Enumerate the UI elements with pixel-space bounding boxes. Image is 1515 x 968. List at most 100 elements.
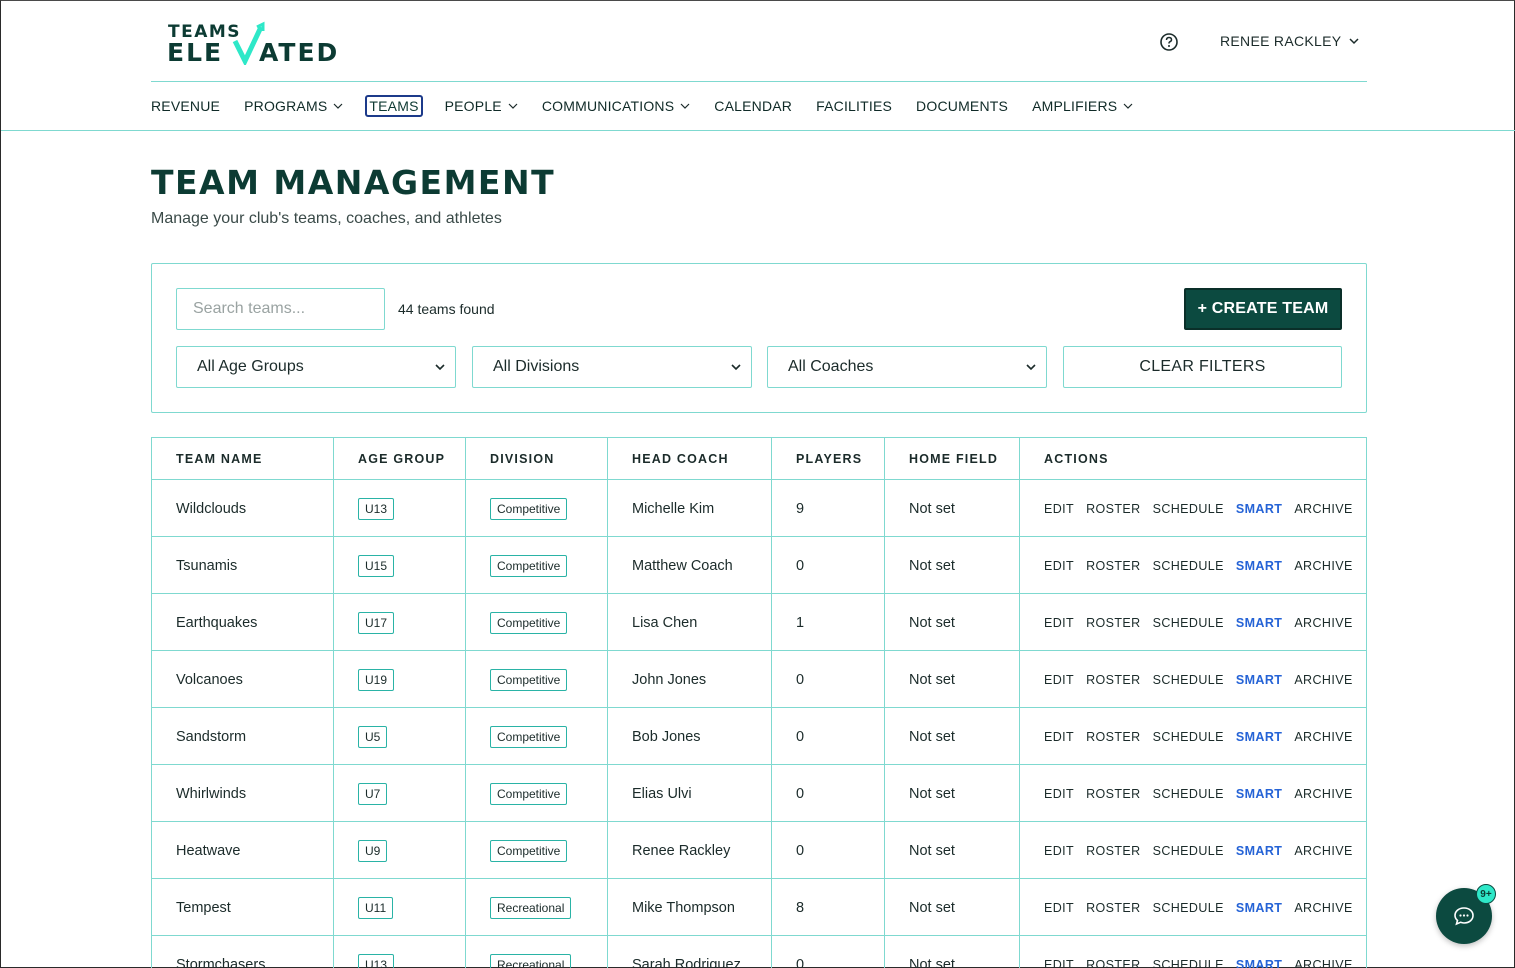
division-value: All Divisions [493,358,580,375]
nav-programs[interactable]: PROGRAMS [244,95,343,117]
action-smart-link[interactable]: SMART [1236,958,1282,968]
action-schedule-link[interactable]: SCHEDULE [1153,730,1224,744]
team-name-cell: Wildclouds [176,480,246,537]
action-archive-link[interactable]: ARCHIVE [1294,958,1352,968]
action-roster-link[interactable]: ROSTER [1086,787,1141,801]
action-archive-link[interactable]: ARCHIVE [1294,502,1352,516]
team-name[interactable]: Sandstorm [176,729,246,745]
action-schedule-link[interactable]: SCHEDULE [1153,958,1224,968]
action-edit-link[interactable]: EDIT [1044,901,1074,915]
team-name[interactable]: Stormchasers [176,957,265,968]
nav-amplifiers[interactable]: AMPLIFIERS [1032,95,1133,117]
age-group-cell: U13 [358,480,395,537]
action-archive-link[interactable]: ARCHIVE [1294,730,1352,744]
action-smart-link[interactable]: SMART [1236,673,1282,687]
home-field-cell: Not set [909,936,955,968]
table-row: Whirlwinds U7 Competitive Elias Ulvi 0 Not se… [152,765,1366,822]
action-roster-link[interactable]: ROSTER [1086,958,1141,968]
team-name[interactable]: Volcanoes [176,672,243,688]
action-edit-link[interactable]: EDIT [1044,616,1074,630]
action-schedule-link[interactable]: SCHEDULE [1153,844,1224,858]
nav-revenue[interactable]: REVENUE [151,95,220,117]
home-field-cell: Not set [909,651,955,708]
action-edit-link[interactable]: EDIT [1044,502,1074,516]
nav-facilities[interactable]: FACILITIES [816,95,892,117]
action-smart-link[interactable]: SMART [1236,730,1282,744]
main-nav: REVENUE PROGRAMS TEAMS PEOPLE COMMUNICAT… [151,95,1133,117]
teams-elevated-logo[interactable]: TEAMS ELE ATED [167,21,349,65]
action-schedule-link[interactable]: SCHEDULE [1153,616,1224,630]
action-schedule-link[interactable]: SCHEDULE [1153,901,1224,915]
nav-people[interactable]: PEOPLE [445,95,518,117]
division-select[interactable]: All Divisions [472,346,752,388]
row-actions: EDIT ROSTER SCHEDULE SMART ARCHIVE [1044,559,1353,573]
action-schedule-link[interactable]: SCHEDULE [1153,559,1224,573]
team-name[interactable]: Earthquakes [176,615,257,631]
help-icon[interactable] [1159,32,1179,52]
action-smart-link[interactable]: SMART [1236,502,1282,516]
team-name[interactable]: Wildclouds [176,501,246,517]
action-smart-link[interactable]: SMART [1236,559,1282,573]
action-roster-link[interactable]: ROSTER [1086,901,1141,915]
action-smart-link[interactable]: SMART [1236,901,1282,915]
home-field-value: Not set [909,614,955,631]
action-schedule-link[interactable]: SCHEDULE [1153,673,1224,687]
nav-calendar[interactable]: CALENDAR [714,95,792,117]
action-edit-link[interactable]: EDIT [1044,958,1074,968]
actions-cell: EDIT ROSTER SCHEDULE SMART ARCHIVE [1044,765,1353,822]
action-roster-link[interactable]: ROSTER [1086,616,1141,630]
division-cell: Competitive [490,594,568,651]
age-group-select[interactable]: All Age Groups [176,346,456,388]
action-edit-link[interactable]: EDIT [1044,787,1074,801]
col-division: DIVISION [490,452,555,466]
team-name[interactable]: Heatwave [176,843,240,859]
action-edit-link[interactable]: EDIT [1044,673,1074,687]
action-roster-link[interactable]: ROSTER [1086,502,1141,516]
head-coach-name: Mike Thompson [632,899,735,916]
players-count: 8 [796,899,805,916]
action-edit-link[interactable]: EDIT [1044,559,1074,573]
coach-select[interactable]: All Coaches [767,346,1047,388]
team-name[interactable]: Whirlwinds [176,786,246,802]
action-smart-link[interactable]: SMART [1236,844,1282,858]
team-name[interactable]: Tsunamis [176,558,237,574]
clear-filters-button[interactable]: CLEAR FILTERS [1063,346,1342,388]
action-roster-link[interactable]: ROSTER [1086,673,1141,687]
actions-cell: EDIT ROSTER SCHEDULE SMART ARCHIVE [1044,879,1353,936]
action-archive-link[interactable]: ARCHIVE [1294,787,1352,801]
action-edit-link[interactable]: EDIT [1044,730,1074,744]
action-roster-link[interactable]: ROSTER [1086,844,1141,858]
home-field-cell: Not set [909,765,955,822]
action-smart-link[interactable]: SMART [1236,787,1282,801]
actions-cell: EDIT ROSTER SCHEDULE SMART ARCHIVE [1044,822,1353,879]
action-archive-link[interactable]: ARCHIVE [1294,559,1352,573]
action-archive-link[interactable]: ARCHIVE [1294,673,1352,687]
age-group-badge: U13 [358,497,395,520]
action-archive-link[interactable]: ARCHIVE [1294,901,1352,915]
action-edit-link[interactable]: EDIT [1044,844,1074,858]
home-field-cell: Not set [909,537,955,594]
nav-teams[interactable]: TEAMS [365,95,423,117]
action-roster-link[interactable]: ROSTER [1086,559,1141,573]
head-coach-cell: John Jones [632,651,706,708]
action-smart-link[interactable]: SMART [1236,616,1282,630]
nav-communications[interactable]: COMMUNICATIONS [542,95,690,117]
table-row: Earthquakes U17 Competitive Lisa Chen 1 Not s… [152,594,1366,651]
team-name-cell: Heatwave [176,822,240,879]
age-group-badge: U7 [358,782,388,805]
nav-documents[interactable]: DOCUMENTS [916,95,1008,117]
action-archive-link[interactable]: ARCHIVE [1294,844,1352,858]
action-schedule-link[interactable]: SCHEDULE [1153,502,1224,516]
chevron-down-icon [333,103,343,109]
division-badge: Competitive [490,782,568,805]
home-field-value: Not set [909,842,955,859]
team-name[interactable]: Tempest [176,900,231,916]
user-menu[interactable]: RENEE RACKLEY [1220,33,1359,49]
search-input[interactable] [176,288,385,330]
chevron-down-icon [1123,103,1133,109]
action-schedule-link[interactable]: SCHEDULE [1153,787,1224,801]
action-roster-link[interactable]: ROSTER [1086,730,1141,744]
players-cell: 0 [796,936,804,968]
action-archive-link[interactable]: ARCHIVE [1294,616,1352,630]
create-team-button[interactable]: + CREATE TEAM [1184,288,1342,330]
